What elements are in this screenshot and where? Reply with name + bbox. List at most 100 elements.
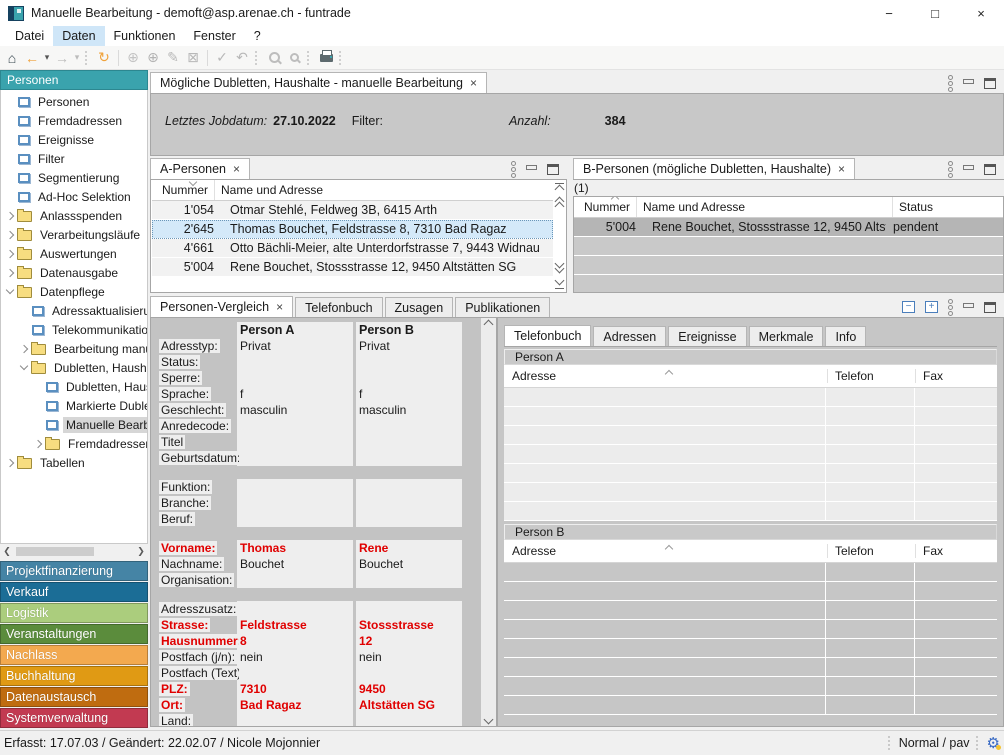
expand-arrow-icon[interactable] <box>6 249 14 257</box>
tab-a-personen[interactable]: A-Personen × <box>150 158 250 179</box>
expand-arrow-icon[interactable] <box>6 268 14 276</box>
menu-item-datei[interactable]: Datei <box>6 26 53 46</box>
tab-adressen[interactable]: Adressen <box>593 326 666 346</box>
tree-item-datenpflege[interactable]: Datenpflege <box>1 282 147 301</box>
panel-minimize-icon[interactable] <box>963 79 974 84</box>
scrollbar-thumb[interactable] <box>16 547 94 556</box>
expand-all-icon[interactable]: + <box>925 301 938 313</box>
close-tab-icon[interactable]: × <box>838 162 845 176</box>
tree-item-verarbeitungsl-ufe[interactable]: Verarbeitungsläufe <box>1 225 147 244</box>
tab-telefonbuch[interactable]: Telefonbuch <box>504 325 591 346</box>
panel-maximize-icon[interactable] <box>984 302 996 313</box>
confirm-icon[interactable]: ✓ <box>212 48 232 68</box>
scroll-down-icon[interactable] <box>484 715 494 725</box>
menu-item-funktionen[interactable]: Funktionen <box>105 26 185 46</box>
close-tab-icon[interactable]: × <box>276 300 283 314</box>
b-col-nummer[interactable]: Nummer <box>574 197 636 217</box>
table-row[interactable]: 5'004Rene Bouchet, Stossstrasse 12, 9450… <box>574 218 1003 237</box>
tab-moegliche-dubletten[interactable]: Mögliche Dubletten, Haushalte - manuelle… <box>150 72 487 93</box>
menu-item-fenster[interactable]: Fenster <box>184 26 244 46</box>
tree-item-ereignisse[interactable]: Ereignisse <box>1 130 147 149</box>
tab-merkmale[interactable]: Merkmale <box>749 326 824 346</box>
back-icon[interactable]: ← <box>22 48 42 68</box>
tree-item-anlassspenden[interactable]: Anlassspenden <box>1 206 147 225</box>
panel-options-icon[interactable] <box>948 299 953 316</box>
b-col-name[interactable]: Name und Adresse <box>637 197 892 217</box>
page-up-icon[interactable] <box>556 198 563 210</box>
table-row[interactable]: 4'661Otto Bächli-Meier, alte Unterdorfst… <box>152 239 553 258</box>
tree-item-datenausgabe[interactable]: Datenausgabe <box>1 263 147 282</box>
close-tab-icon[interactable]: × <box>470 76 477 90</box>
panel-maximize-icon[interactable] <box>984 78 996 89</box>
expand-arrow-icon[interactable] <box>20 344 28 352</box>
gear-icon[interactable]: ⚙ <box>987 734 1000 752</box>
tree-item-adressaktualisierur[interactable]: Adressaktualisierur <box>1 301 147 320</box>
tree-item-dubletten-haushalt[interactable]: Dubletten, Haushalt <box>1 358 147 377</box>
panel-maximize-icon[interactable] <box>984 164 996 175</box>
collapse-all-icon[interactable]: − <box>902 301 915 313</box>
table-row[interactable]: 1'054Otmar Stehlé, Feldweg 3B, 6415 Arth <box>152 201 553 220</box>
col-adresse[interactable]: Adresse <box>504 369 827 383</box>
panel-minimize-icon[interactable] <box>526 165 537 170</box>
expand-arrow-icon[interactable] <box>6 211 14 219</box>
panel-options-icon[interactable] <box>948 161 953 178</box>
expand-arrow-icon[interactable] <box>6 458 14 466</box>
add-copy-icon[interactable]: ⊕ <box>143 48 163 68</box>
refresh-icon[interactable]: ↻ <box>94 48 114 68</box>
tree-item-telekommunikations[interactable]: Telekommunikations <box>1 320 147 339</box>
menu-item-daten[interactable]: Daten <box>53 26 104 46</box>
tree-item-auswertungen[interactable]: Auswertungen <box>1 244 147 263</box>
undo-icon[interactable]: ↶ <box>232 48 252 68</box>
search-icon[interactable] <box>264 48 284 68</box>
stack-item-logistik[interactable]: Logistik <box>0 603 148 623</box>
panel-minimize-icon[interactable] <box>963 165 974 170</box>
col-telefon[interactable]: Telefon <box>827 544 915 558</box>
scroll-up-icon[interactable] <box>484 320 494 330</box>
stack-item-datenaustausch[interactable]: Datenaustausch <box>0 687 148 707</box>
col-telefon[interactable]: Telefon <box>827 369 915 383</box>
a-col-name[interactable]: Name und Adresse <box>215 180 553 200</box>
close-tab-icon[interactable]: × <box>233 162 240 176</box>
expand-arrow-icon[interactable] <box>6 230 14 238</box>
panel-minimize-icon[interactable] <box>963 303 974 308</box>
a-col-nummer[interactable]: Nummer <box>152 180 214 200</box>
tab-info[interactable]: Info <box>825 326 866 346</box>
tab-ereignisse[interactable]: Ereignisse <box>668 326 746 346</box>
tree-item-ad-hoc-selektion[interactable]: Ad-Hoc Selektion <box>1 187 147 206</box>
tree-item-fremdadressen[interactable]: Fremdadressen <box>1 434 147 453</box>
tree-item-segmentierung[interactable]: Segmentierung <box>1 168 147 187</box>
print-icon[interactable] <box>316 48 336 68</box>
stack-item-projektfinanzierung[interactable]: Projektfinanzierung <box>0 561 148 581</box>
scroll-to-top-icon[interactable] <box>555 183 564 193</box>
sidebar-horizontal-scrollbar[interactable]: ❮ ❯ <box>0 544 148 559</box>
tree-item-personen[interactable]: Personen <box>1 92 147 111</box>
col-adresse[interactable]: Adresse <box>504 544 827 558</box>
b-col-status[interactable]: Status <box>893 197 1003 217</box>
stack-item-nachlass[interactable]: Nachlass <box>0 645 148 665</box>
tree-item-fremdadressen[interactable]: Fremdadressen <box>1 111 147 130</box>
table-row[interactable]: 5'004Rene Bouchet, Stossstrasse 12, 9450… <box>152 258 553 277</box>
panel-maximize-icon[interactable] <box>547 164 559 175</box>
expand-arrow-icon[interactable] <box>34 439 42 447</box>
back-dropdown-icon[interactable]: ▾ <box>42 48 52 68</box>
stack-item-systemverwaltung[interactable]: Systemverwaltung <box>0 708 148 728</box>
page-down-icon[interactable] <box>556 260 563 272</box>
edit-icon[interactable]: ✎ <box>163 48 183 68</box>
collapse-arrow-icon[interactable] <box>20 362 28 370</box>
stack-item-buchhaltung[interactable]: Buchhaltung <box>0 666 148 686</box>
panel-options-icon[interactable] <box>948 75 953 92</box>
forward-dropdown-icon[interactable]: ▾ <box>72 48 82 68</box>
stack-item-veranstaltungen[interactable]: Veranstaltungen <box>0 624 148 644</box>
tab-personen-vergleich[interactable]: Personen-Vergleich× <box>150 296 293 317</box>
tab-publikationen[interactable]: Publikationen <box>455 297 550 317</box>
scroll-to-bottom-icon[interactable] <box>555 277 564 289</box>
add-icon[interactable]: ⊕ <box>123 48 143 68</box>
tree-item-markierte-dublet[interactable]: Markierte Dublet <box>1 396 147 415</box>
delete-icon[interactable]: ⊠ <box>183 48 203 68</box>
tree-item-manuelle-bearbe[interactable]: Manuelle Bearbe <box>1 415 147 434</box>
compare-vertical-scrollbar[interactable] <box>481 318 496 726</box>
tree-item-bearbeitung-manue[interactable]: Bearbeitung manue <box>1 339 147 358</box>
table-row[interactable]: 2'645Thomas Bouchet, Feldstrasse 8, 7310… <box>152 220 553 239</box>
col-fax[interactable]: Fax <box>915 544 997 558</box>
panel-options-icon[interactable] <box>511 161 516 178</box>
